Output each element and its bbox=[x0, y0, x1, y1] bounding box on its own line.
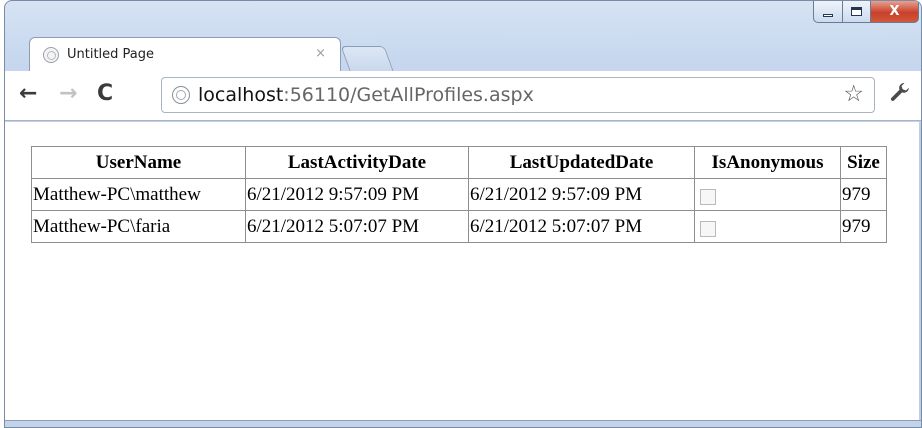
cell-size: 979 bbox=[840, 178, 887, 211]
globe-icon bbox=[172, 86, 190, 104]
header-username: UserName bbox=[31, 146, 246, 179]
url-path: :56110/GetAllProfiles.aspx bbox=[283, 84, 534, 106]
cell-last-updated-date: 6/21/2012 5:07:07 PM bbox=[468, 210, 695, 243]
wrench-menu-icon[interactable] bbox=[889, 81, 911, 109]
back-arrow-icon[interactable]: ← bbox=[19, 81, 37, 107]
header-last-updated-date: LastUpdatedDate bbox=[468, 146, 695, 179]
minimize-button[interactable] bbox=[813, 1, 843, 23]
cell-last-activity-date: 6/21/2012 9:57:09 PM bbox=[245, 178, 469, 211]
close-window-button[interactable]: X bbox=[871, 1, 919, 23]
window-bottom-frame bbox=[5, 420, 921, 427]
tab-title: Untitled Page bbox=[67, 47, 155, 62]
cell-username: Matthew-PC\matthew bbox=[31, 178, 246, 211]
window-controls: X bbox=[813, 1, 919, 23]
browser-toolbar: ← → C localhost:56110/GetAllProfiles.asp… bbox=[5, 71, 921, 121]
is-anonymous-checkbox[interactable] bbox=[700, 220, 716, 237]
cell-last-activity-date: 6/21/2012 5:07:07 PM bbox=[245, 210, 469, 243]
header-last-activity-date: LastActivityDate bbox=[245, 146, 469, 179]
bookmark-star-icon[interactable]: ☆ bbox=[843, 81, 864, 107]
page-favicon-icon bbox=[43, 46, 59, 63]
is-anonymous-checkbox[interactable] bbox=[700, 188, 716, 205]
address-bar[interactable]: localhost:56110/GetAllProfiles.aspx ☆ bbox=[161, 77, 875, 113]
header-is-anonymous: IsAnonymous bbox=[694, 146, 841, 179]
url-host: localhost bbox=[198, 84, 284, 106]
tab-untitled-page[interactable]: Untitled Page × bbox=[29, 37, 341, 71]
wrench-icon bbox=[890, 83, 909, 101]
cell-is-anonymous bbox=[694, 210, 841, 243]
profiles-table: UserName LastActivityDate LastUpdatedDat… bbox=[31, 146, 887, 243]
browser-window: X Untitled Page × ← → C localhost:56110/… bbox=[4, 0, 922, 428]
cell-username: Matthew-PC\faria bbox=[31, 210, 246, 243]
table-header-row: UserName LastActivityDate LastUpdatedDat… bbox=[31, 146, 887, 179]
new-tab-button[interactable] bbox=[340, 46, 394, 71]
cell-size: 979 bbox=[840, 210, 887, 243]
maximize-icon bbox=[851, 7, 862, 16]
forward-arrow-icon[interactable]: → bbox=[59, 81, 77, 107]
url-text[interactable]: localhost:56110/GetAllProfiles.aspx bbox=[198, 84, 534, 106]
minimize-icon bbox=[823, 14, 833, 17]
tab-close-icon[interactable]: × bbox=[315, 46, 326, 61]
reload-icon[interactable]: C bbox=[97, 81, 113, 107]
table-row: Matthew-PC\matthew 6/21/2012 9:57:09 PM … bbox=[31, 178, 887, 211]
table-row: Matthew-PC\faria 6/21/2012 5:07:07 PM 6/… bbox=[31, 210, 887, 243]
page-content: UserName LastActivityDate LastUpdatedDat… bbox=[5, 122, 919, 422]
maximize-button[interactable] bbox=[843, 1, 871, 23]
cell-last-updated-date: 6/21/2012 9:57:09 PM bbox=[468, 178, 695, 211]
close-icon: X bbox=[889, 4, 900, 19]
header-size: Size bbox=[840, 146, 887, 179]
cell-is-anonymous bbox=[694, 178, 841, 211]
